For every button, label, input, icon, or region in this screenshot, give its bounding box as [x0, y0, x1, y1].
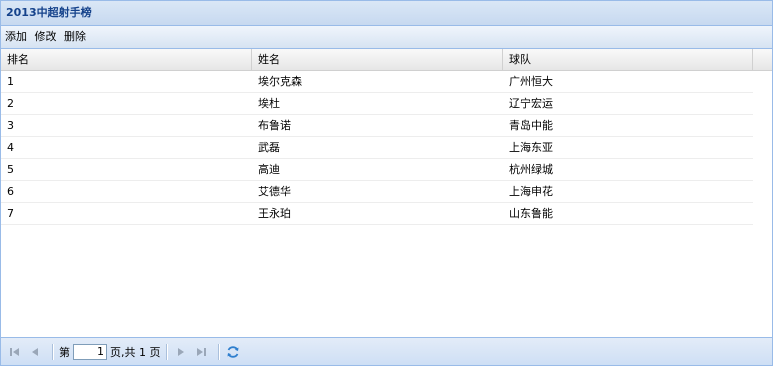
last-page-icon[interactable] [193, 344, 209, 360]
cell-team: 杭州绿城 [503, 159, 753, 180]
table-row[interactable]: 6 艾德华 上海申花 [1, 181, 753, 203]
separator [52, 343, 54, 360]
cell-name: 埃杜 [252, 93, 503, 114]
cell-name: 王永珀 [252, 203, 503, 224]
grid-body: 1 埃尔克森 广州恒大 2 埃杜 辽宁宏运 3 布鲁诺 青岛中能 4 武磊 上海… [1, 71, 772, 225]
cell-rank: 1 [1, 71, 252, 92]
separator [165, 343, 168, 360]
cell-rank: 3 [1, 115, 252, 136]
cell-rank: 2 [1, 93, 252, 114]
column-header-name[interactable]: 姓名 [252, 49, 503, 70]
table-row[interactable]: 4 武磊 上海东亚 [1, 137, 753, 159]
column-header-rank[interactable]: 排名 [1, 49, 252, 70]
prev-page-icon[interactable] [27, 344, 43, 360]
cell-rank: 4 [1, 137, 252, 158]
table-row[interactable]: 7 王永珀 山东鲁能 [1, 203, 753, 225]
cell-team: 上海东亚 [503, 137, 753, 158]
cell-name: 埃尔克森 [252, 71, 503, 92]
paging-toolbar: 第 页,共 1 页 [1, 337, 772, 365]
table-row[interactable]: 1 埃尔克森 广州恒大 [1, 71, 753, 93]
cell-name: 高迪 [252, 159, 503, 180]
refresh-icon[interactable] [225, 344, 241, 360]
panel-title: 2013中超射手榜 [1, 1, 772, 26]
add-button[interactable]: 添加 [5, 30, 27, 43]
cell-rank: 6 [1, 181, 252, 202]
column-header-filler [753, 49, 772, 70]
next-page-icon[interactable] [173, 344, 189, 360]
cell-team: 山东鲁能 [503, 203, 753, 224]
cell-rank: 7 [1, 203, 252, 224]
first-page-icon[interactable] [7, 344, 23, 360]
cell-rank: 5 [1, 159, 252, 180]
page-label-prefix: 第 [59, 345, 70, 359]
cell-name: 布鲁诺 [252, 115, 503, 136]
cell-name: 艾德华 [252, 181, 503, 202]
separator [217, 343, 220, 360]
cell-team: 辽宁宏运 [503, 93, 753, 114]
column-header-team[interactable]: 球队 [503, 49, 753, 70]
page-number-input[interactable] [73, 343, 107, 360]
page-label-suffix: 页,共 1 页 [110, 345, 161, 359]
delete-button[interactable]: 删除 [64, 30, 86, 43]
toolbar: 添加 修改 删除 [1, 26, 772, 49]
table-row[interactable]: 5 高迪 杭州绿城 [1, 159, 753, 181]
cell-name: 武磊 [252, 137, 503, 158]
edit-button[interactable]: 修改 [35, 30, 57, 43]
table-row[interactable]: 2 埃杜 辽宁宏运 [1, 93, 753, 115]
grid-panel: 2013中超射手榜 添加 修改 删除 排名 姓名 球队 1 埃尔克森 广州恒大 … [0, 0, 773, 366]
cell-team: 上海申花 [503, 181, 753, 202]
table-row[interactable]: 3 布鲁诺 青岛中能 [1, 115, 753, 137]
cell-team: 青岛中能 [503, 115, 753, 136]
grid-header: 排名 姓名 球队 [1, 49, 772, 71]
cell-team: 广州恒大 [503, 71, 753, 92]
